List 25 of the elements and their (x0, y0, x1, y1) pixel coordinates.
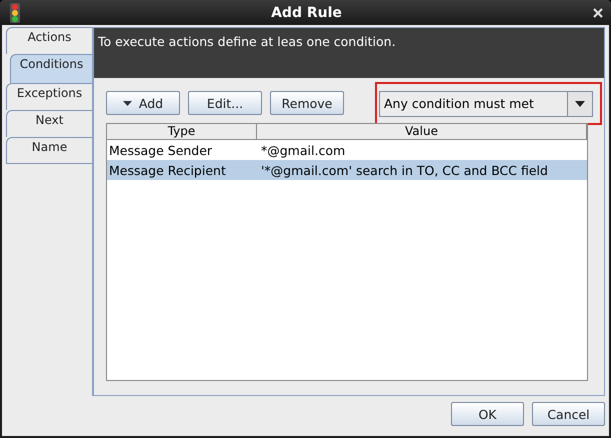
table-row[interactable]: Message Recipient '*@gmail.com' search in TO, CC and BCC field (107, 160, 587, 180)
tab[interactable]: Name (6, 137, 92, 164)
tab[interactable]: Conditions (10, 54, 92, 83)
table-cell-text: *@gmail.com (260, 142, 346, 158)
tab[interactable]: Next (6, 110, 92, 137)
toolbar-button[interactable]: Edit... (188, 91, 262, 115)
window-title: Add Rule (270, 4, 343, 20)
match-mode-dropdown[interactable]: Any condition must met (379, 90, 593, 116)
tab[interactable]: Actions (6, 27, 92, 54)
close-icon[interactable] (593, 8, 603, 18)
add-menu-button[interactable]: Add (106, 91, 180, 115)
table-cell-text: Message Sender (108, 142, 214, 158)
traffic-light-icon (10, 2, 20, 22)
table-row[interactable]: Message Sender *@gmail.com (107, 140, 587, 160)
column-header[interactable]: Type (107, 124, 257, 139)
dropdown-arrow-icon (575, 100, 585, 106)
cancel-button[interactable]: Cancel (532, 402, 605, 426)
caret-icon (122, 100, 132, 106)
column-header[interactable]: Value (257, 124, 587, 139)
info-text: To execute actions define at leas one condition. (98, 34, 396, 49)
toolbar-button[interactable]: Remove (270, 91, 344, 115)
ok-button[interactable]: OK (451, 402, 524, 426)
tab[interactable]: Exceptions (6, 83, 92, 110)
table-cell-text: Message Recipient (108, 162, 227, 178)
table-cell-text: '*@gmail.com' search in TO, CC and BCC field (260, 162, 549, 178)
